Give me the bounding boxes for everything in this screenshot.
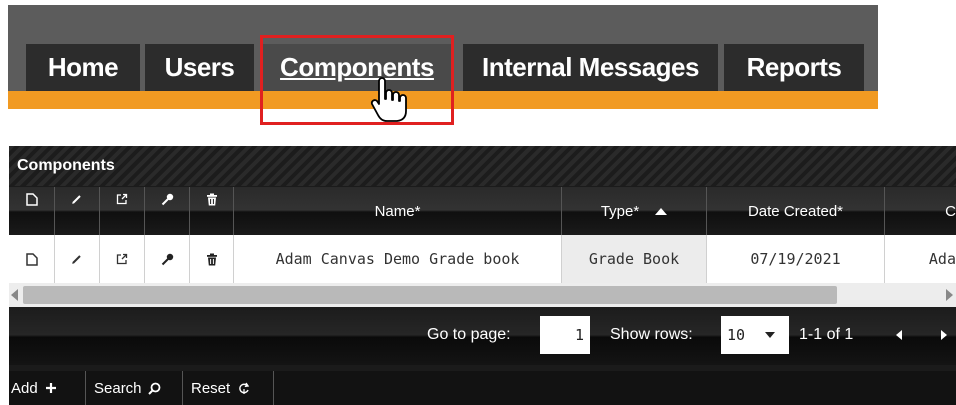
tab-internal-messages[interactable]: Internal Messages bbox=[463, 44, 718, 91]
scrollbar-thumb[interactable] bbox=[23, 286, 837, 304]
external-link-icon bbox=[116, 193, 128, 205]
cell-created-by: Ada bbox=[928, 250, 956, 268]
page-range-text: 1-1 of 1 bbox=[799, 326, 854, 343]
search-button[interactable]: Search bbox=[86, 371, 183, 405]
next-page-icon[interactable] bbox=[941, 330, 947, 340]
tab-home[interactable]: Home bbox=[26, 44, 140, 91]
document-icon bbox=[25, 252, 38, 266]
pencil-icon bbox=[72, 195, 81, 204]
goto-page-label: Go to page: bbox=[427, 326, 511, 343]
document-icon bbox=[25, 193, 38, 206]
header-created-by[interactable]: C bbox=[885, 187, 956, 235]
grid-toolbar: Add Search Reset bbox=[9, 371, 956, 405]
header-date-created[interactable]: Date Created* bbox=[707, 187, 885, 235]
hand-cursor-icon bbox=[370, 77, 407, 122]
cell-name: Adam Canvas Demo Grade book bbox=[234, 235, 562, 283]
highlight-box bbox=[260, 35, 454, 125]
tab-reports[interactable]: Reports bbox=[724, 44, 864, 91]
header-open-column[interactable] bbox=[100, 187, 145, 235]
cell-date-created: 07/19/2021 bbox=[707, 235, 885, 283]
chevron-down-icon bbox=[765, 332, 775, 338]
reset-icon bbox=[239, 382, 250, 394]
header-type-label: Type* bbox=[600, 202, 640, 220]
pencil-icon bbox=[72, 255, 81, 264]
header-type[interactable]: Type* bbox=[562, 187, 707, 235]
header-created-by-label: C bbox=[945, 202, 956, 220]
horizontal-scrollbar[interactable] bbox=[9, 283, 956, 307]
row-select-cell[interactable] bbox=[9, 235, 55, 283]
table-row[interactable]: Adam Canvas Demo Grade book Grade Book 0… bbox=[9, 235, 956, 283]
grid-header-row: Name* Type* Date Created* C bbox=[9, 187, 956, 235]
header-delete-column[interactable] bbox=[190, 187, 234, 235]
components-grid: Components Name* Type* Date Created* C A… bbox=[9, 146, 956, 405]
reset-button[interactable]: Reset bbox=[183, 371, 274, 405]
scroll-right-arrow-icon[interactable] bbox=[946, 289, 953, 301]
show-rows-label: Show rows: bbox=[610, 326, 693, 343]
sort-ascending-icon bbox=[655, 208, 668, 215]
rows-per-page-value: 10 bbox=[727, 326, 746, 344]
pager: Go to page: 1 Show rows: 10 1-1 of 1 bbox=[9, 307, 956, 365]
header-select-column[interactable] bbox=[9, 187, 55, 235]
key-icon bbox=[161, 253, 173, 265]
prev-page-icon[interactable] bbox=[896, 330, 902, 340]
cell-type: Grade Book bbox=[562, 235, 707, 283]
page-number-input[interactable]: 1 bbox=[540, 316, 590, 354]
row-key-cell[interactable] bbox=[145, 235, 190, 283]
add-button-label: Add bbox=[11, 379, 38, 397]
rows-per-page-select[interactable]: 10 bbox=[721, 316, 789, 354]
add-button[interactable]: Add bbox=[9, 371, 86, 405]
search-button-label: Search bbox=[94, 379, 142, 397]
tab-users[interactable]: Users bbox=[145, 44, 254, 91]
plus-icon bbox=[45, 383, 56, 393]
external-link-icon bbox=[116, 253, 128, 265]
header-date-created-label: Date Created* bbox=[747, 202, 844, 220]
key-icon bbox=[161, 193, 173, 206]
reset-button-label: Reset bbox=[191, 379, 231, 397]
row-open-cell[interactable] bbox=[100, 235, 145, 283]
header-edit-column[interactable] bbox=[55, 187, 100, 235]
row-edit-cell[interactable] bbox=[55, 235, 100, 283]
grid-title: Components bbox=[9, 146, 956, 186]
header-name-label: Name* bbox=[374, 202, 421, 220]
scroll-left-arrow-icon[interactable] bbox=[11, 289, 18, 301]
header-name[interactable]: Name* bbox=[234, 187, 562, 235]
trash-icon bbox=[206, 253, 217, 265]
trash-icon bbox=[206, 193, 217, 206]
header-key-column[interactable] bbox=[145, 187, 190, 235]
row-delete-cell[interactable] bbox=[190, 235, 234, 283]
search-icon bbox=[147, 382, 160, 395]
